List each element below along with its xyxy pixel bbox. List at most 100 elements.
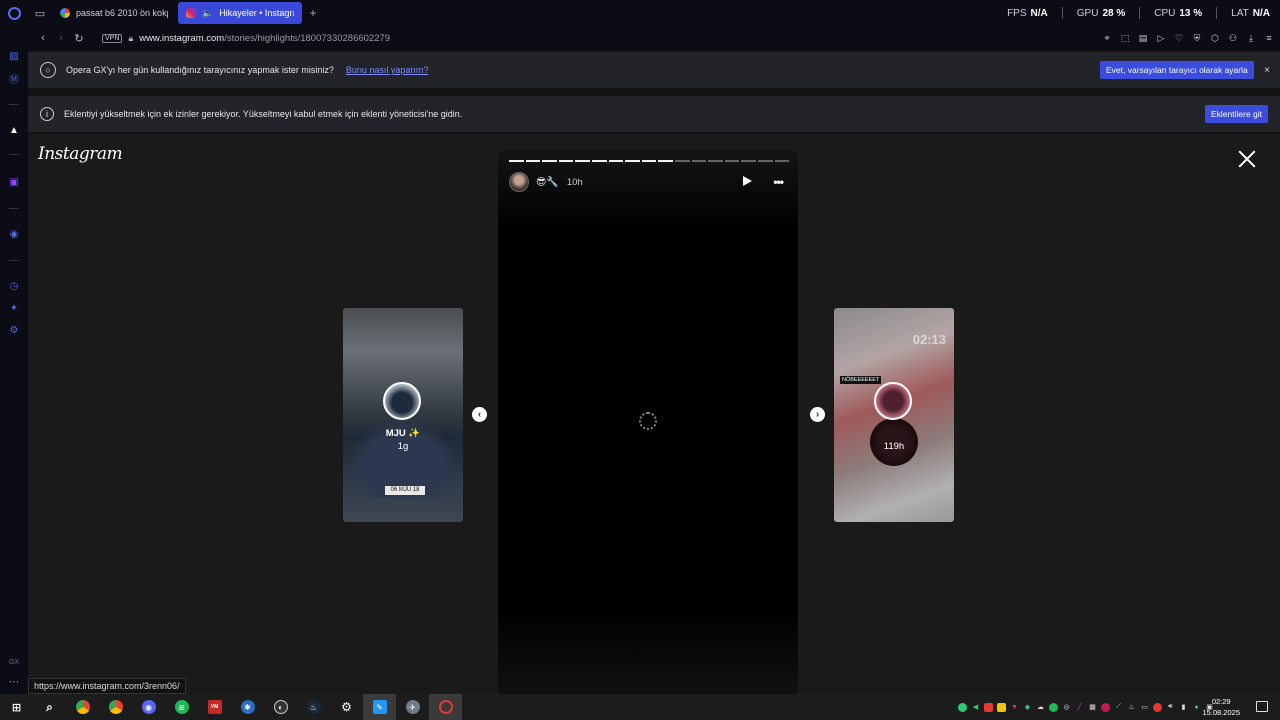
app-icon[interactable]: ✎ xyxy=(363,694,396,720)
story-progress-segment xyxy=(641,160,657,162)
current-story[interactable]: 😎🔧 10h ••• xyxy=(498,150,798,694)
previous-story-preview[interactable]: 06 MJU 18 MJU ✨ 1g xyxy=(343,308,463,522)
cloud-icon[interactable]: ☁ xyxy=(1036,703,1045,712)
story-header: 😎🔧 10h ••• xyxy=(509,171,789,193)
story-progress-segment xyxy=(525,160,541,162)
how-to-link[interactable]: Bunu nasıl yaparım? xyxy=(346,65,429,75)
gx-corner-icon[interactable]: ▲ xyxy=(8,124,20,136)
set-default-button[interactable]: Evet, varsayılan tarayıcı olarak ayarla xyxy=(1100,61,1254,79)
tab-menu-icon[interactable]: ▭ xyxy=(28,0,52,26)
settings-icon[interactable]: ⚙ xyxy=(330,694,363,720)
tray-icon[interactable]: ▦ xyxy=(1088,703,1097,712)
start-button[interactable]: ⊞ xyxy=(0,694,33,720)
chrome-icon[interactable] xyxy=(66,694,99,720)
url-field[interactable]: www.instagram.com/stories/highlights/180… xyxy=(139,33,390,44)
history-icon[interactable]: ◷ xyxy=(8,280,20,292)
vpn-badge[interactable]: VPN xyxy=(102,33,123,43)
steam-icon[interactable]: ♨ xyxy=(1127,703,1136,712)
reload-icon[interactable]: ↻ xyxy=(70,32,88,45)
story-progress-segment xyxy=(625,160,640,162)
google-icon xyxy=(60,8,70,18)
tab-instagram[interactable]: 🔈 Hikayeler • Instagram xyxy=(178,2,302,24)
speaker-icon[interactable]: 🔈 xyxy=(202,8,213,19)
tray-icon[interactable] xyxy=(997,702,1006,712)
tray-icon[interactable]: ◀ xyxy=(971,703,980,712)
pinboard-icon[interactable]: ▨ xyxy=(8,50,20,62)
battery-icon[interactable]: ▭ xyxy=(1140,703,1149,712)
story-progress-segment xyxy=(691,160,707,162)
tray-icon[interactable] xyxy=(984,702,993,712)
forward-icon[interactable]: › xyxy=(52,32,70,44)
sidebar: ▨ Ⓜ ▲ ▣ ◉ ◷ ✦ ⚙ GX ⋯ xyxy=(0,26,28,694)
more-options-icon[interactable]: ••• xyxy=(773,175,784,189)
voicemeeter-icon[interactable]: VM xyxy=(198,694,231,720)
discord-icon[interactable]: ◉ xyxy=(132,694,165,720)
opera-gx-logo-icon[interactable] xyxy=(0,0,28,26)
player-icon[interactable]: ◉ xyxy=(8,228,20,240)
spotify-icon[interactable] xyxy=(1049,702,1058,712)
obs-icon[interactable]: ◐ xyxy=(264,694,297,720)
next-story-preview[interactable]: 02:13 NÖBEEEEEET 119h xyxy=(834,308,954,522)
download-icon[interactable]: ⤓ xyxy=(1246,33,1256,43)
tray-icon[interactable] xyxy=(958,702,967,712)
tray-icon[interactable]: ⟋ xyxy=(1114,703,1123,712)
system-clock[interactable]: 02:29 15.08.2025 xyxy=(1202,696,1240,718)
tray-icon[interactable] xyxy=(1101,702,1110,712)
go-to-extensions-button[interactable]: Eklentilere git xyxy=(1205,105,1269,123)
system-tray: ◀ ▼ ◆ ☁ ◎ ╱ ▦ ⟋ ♨ ▭ 🔊︎ ▮ ● ▣ xyxy=(958,694,1214,720)
tray-icon[interactable]: ▼ xyxy=(1010,703,1019,712)
twitch-icon[interactable]: ▣ xyxy=(8,176,20,188)
lock-icon[interactable]: 🔒︎ xyxy=(128,33,133,44)
menu-icon[interactable]: ≡ xyxy=(1264,33,1274,43)
more-icon[interactable]: ⋯ xyxy=(8,676,20,688)
shield-icon[interactable]: ⛨ xyxy=(1192,33,1202,43)
chrome-profile-icon[interactable] xyxy=(99,694,132,720)
microphone-icon[interactable]: ▮ xyxy=(1179,703,1188,712)
heart-icon[interactable]: ♡ xyxy=(1174,33,1184,43)
story-progress-segment xyxy=(509,160,524,162)
play-icon[interactable]: ▷ xyxy=(1156,33,1166,43)
story-progress-segment xyxy=(724,160,740,162)
messenger-icon[interactable]: Ⓜ xyxy=(8,72,20,86)
new-tab-button[interactable]: + xyxy=(304,6,322,20)
app-icon[interactable]: ✱ xyxy=(231,694,264,720)
avatar[interactable] xyxy=(509,172,529,192)
address-bar-actions: ⌖ ⬚ ▤ ▷ ♡ ⛨ ⬡ ⚇ ⤓ ≡ xyxy=(1102,26,1274,50)
story-username[interactable]: 😎🔧 xyxy=(536,177,559,188)
tray-icon[interactable]: ◆ xyxy=(1023,703,1032,712)
tray-icon[interactable]: ╱ xyxy=(1075,703,1084,712)
search-icon[interactable]: ⌕ xyxy=(33,694,66,720)
next-story-button[interactable]: › xyxy=(810,407,825,422)
story-time: 119h xyxy=(883,441,905,452)
address-bar: ‹ › ↻ VPN 🔒︎ www.instagram.com/stories/h… xyxy=(28,26,1280,50)
reader-icon[interactable]: ▤ xyxy=(1138,33,1148,43)
account-icon[interactable]: ⚇ xyxy=(1228,33,1238,43)
extensions-icon[interactable]: ✦ xyxy=(8,302,20,314)
tray-icon[interactable]: ◎ xyxy=(1062,703,1071,712)
snapshot-icon[interactable]: ⬚ xyxy=(1120,33,1130,43)
play-icon[interactable] xyxy=(743,176,752,186)
settings-icon[interactable]: ⚙ xyxy=(8,324,20,336)
tray-icon[interactable]: ● xyxy=(1192,703,1201,712)
opera-gx-icon[interactable] xyxy=(429,694,462,720)
tray-icon[interactable] xyxy=(1153,702,1162,712)
default-browser-text: Opera GX'yı her gün kullandığınız tarayı… xyxy=(66,65,334,75)
steam-icon[interactable]: ♨ xyxy=(297,694,330,720)
close-story-icon[interactable] xyxy=(1236,148,1258,170)
pin-icon[interactable]: ⌖ xyxy=(1102,33,1112,43)
gx-icon[interactable]: GX xyxy=(8,656,20,668)
avatar xyxy=(383,382,421,420)
gpu-stat: GPU 28 % xyxy=(1076,7,1126,19)
previous-story-button[interactable]: ‹ xyxy=(472,407,487,422)
speaker-icon[interactable]: 🔊︎ xyxy=(1166,703,1175,712)
instagram-icon xyxy=(186,8,196,18)
tab-bar: ▭ passat b6 2010 ön kokpit 🔈 Hikayeler •… xyxy=(0,0,1280,26)
spotify-icon[interactable]: ≋ xyxy=(165,694,198,720)
back-icon[interactable]: ‹ xyxy=(34,32,52,44)
app-icon[interactable]: ✈ xyxy=(396,694,429,720)
instagram-logo[interactable]: Instagram xyxy=(38,144,123,164)
notification-icon[interactable] xyxy=(1256,701,1268,712)
tab-google-search[interactable]: passat b6 2010 ön kokpit xyxy=(52,2,176,24)
extension-puzzle-icon[interactable]: ⬡ xyxy=(1210,33,1220,43)
close-icon[interactable]: × xyxy=(1264,65,1270,76)
